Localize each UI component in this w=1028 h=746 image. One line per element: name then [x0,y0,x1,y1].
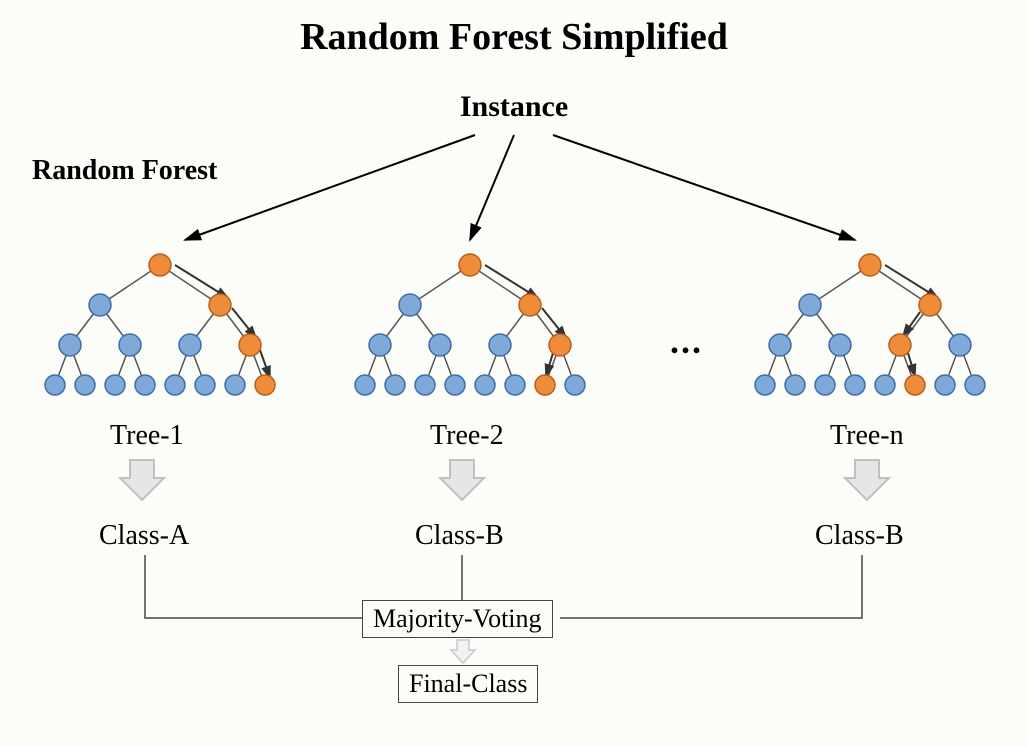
tree-n [755,254,985,395]
tree-1 [45,254,275,395]
small-down-arrow [451,640,475,663]
down-arrow-1 [120,460,164,500]
instance-arrows [185,135,855,240]
tree-2 [355,254,585,395]
down-arrow-2 [440,460,484,500]
connector-lines [145,555,862,618]
down-arrow-3 [845,460,889,500]
diagram-svg [0,0,1028,746]
